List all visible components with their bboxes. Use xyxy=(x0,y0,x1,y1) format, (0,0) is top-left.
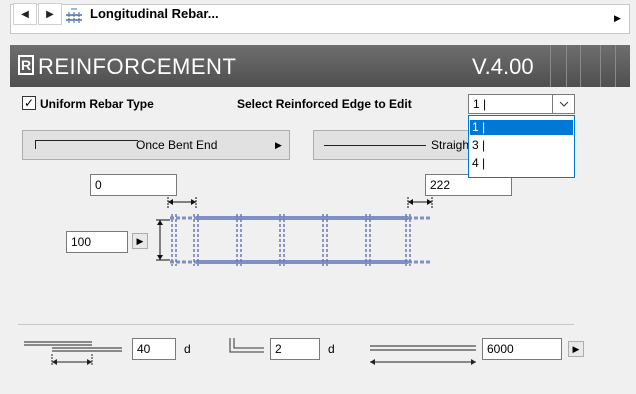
lap-length-icon xyxy=(24,341,122,366)
expand-arrow-icon[interactable]: ▶ xyxy=(614,13,621,24)
straight-end-icon xyxy=(324,145,426,146)
rebar-diagram xyxy=(156,197,433,266)
edge-option[interactable]: 3 | xyxy=(470,138,573,153)
separator xyxy=(18,324,574,325)
lap-unit-label: d xyxy=(184,342,191,356)
right-end-shape-button[interactable]: Straight xyxy=(313,130,473,160)
bar-length-arrow-button[interactable]: ▶ xyxy=(568,341,584,357)
spacing-arrow-button[interactable]: ▶ xyxy=(132,233,148,249)
right-shape-label: Straight xyxy=(431,138,473,152)
banner: R REINFORCEMENT V.4.00 xyxy=(10,45,630,87)
left-end-shape-button[interactable]: Once Bent End ▶ xyxy=(22,130,290,160)
spacing-field[interactable]: 100 xyxy=(66,231,128,253)
edge-dropdown-list: 1 | 3 | 4 | xyxy=(468,115,575,178)
left-shape-label: Once Bent End xyxy=(136,138,218,152)
uniform-rebar-label: Uniform Rebar Type xyxy=(40,97,154,111)
bar-length-field[interactable]: 6000 xyxy=(482,338,562,360)
hook-icon xyxy=(229,338,264,353)
edge-select-value: 1 | xyxy=(473,97,487,111)
logo-icon: R xyxy=(18,55,34,75)
edge-option[interactable]: 1 | xyxy=(470,120,573,135)
uniform-rebar-checkbox[interactable]: ✓ xyxy=(22,96,36,110)
back-button[interactable]: ◀ xyxy=(13,3,37,25)
left-shape-arrow-icon: ▶ xyxy=(275,140,282,150)
lap-length-field[interactable]: 40 xyxy=(132,338,176,360)
version-label: V.4.00 xyxy=(472,54,534,79)
panel-title: Longitudinal Rebar... xyxy=(90,6,219,21)
hook-unit-label: d xyxy=(328,342,335,356)
edge-select-label: Select Reinforced Edge to Edit xyxy=(237,97,412,111)
bent-end-icon xyxy=(35,140,138,149)
edge-select-dropdown[interactable]: 1 | xyxy=(468,94,575,114)
banner-title: REINFORCEMENT xyxy=(38,54,237,79)
forward-button[interactable]: ▶ xyxy=(38,3,62,25)
rebar-icon xyxy=(63,6,85,26)
chevron-down-icon[interactable] xyxy=(552,95,574,113)
hook-length-field[interactable]: 2 xyxy=(270,338,320,360)
edge-option[interactable]: 4 | xyxy=(470,156,573,171)
bar-length-icon xyxy=(370,345,476,365)
